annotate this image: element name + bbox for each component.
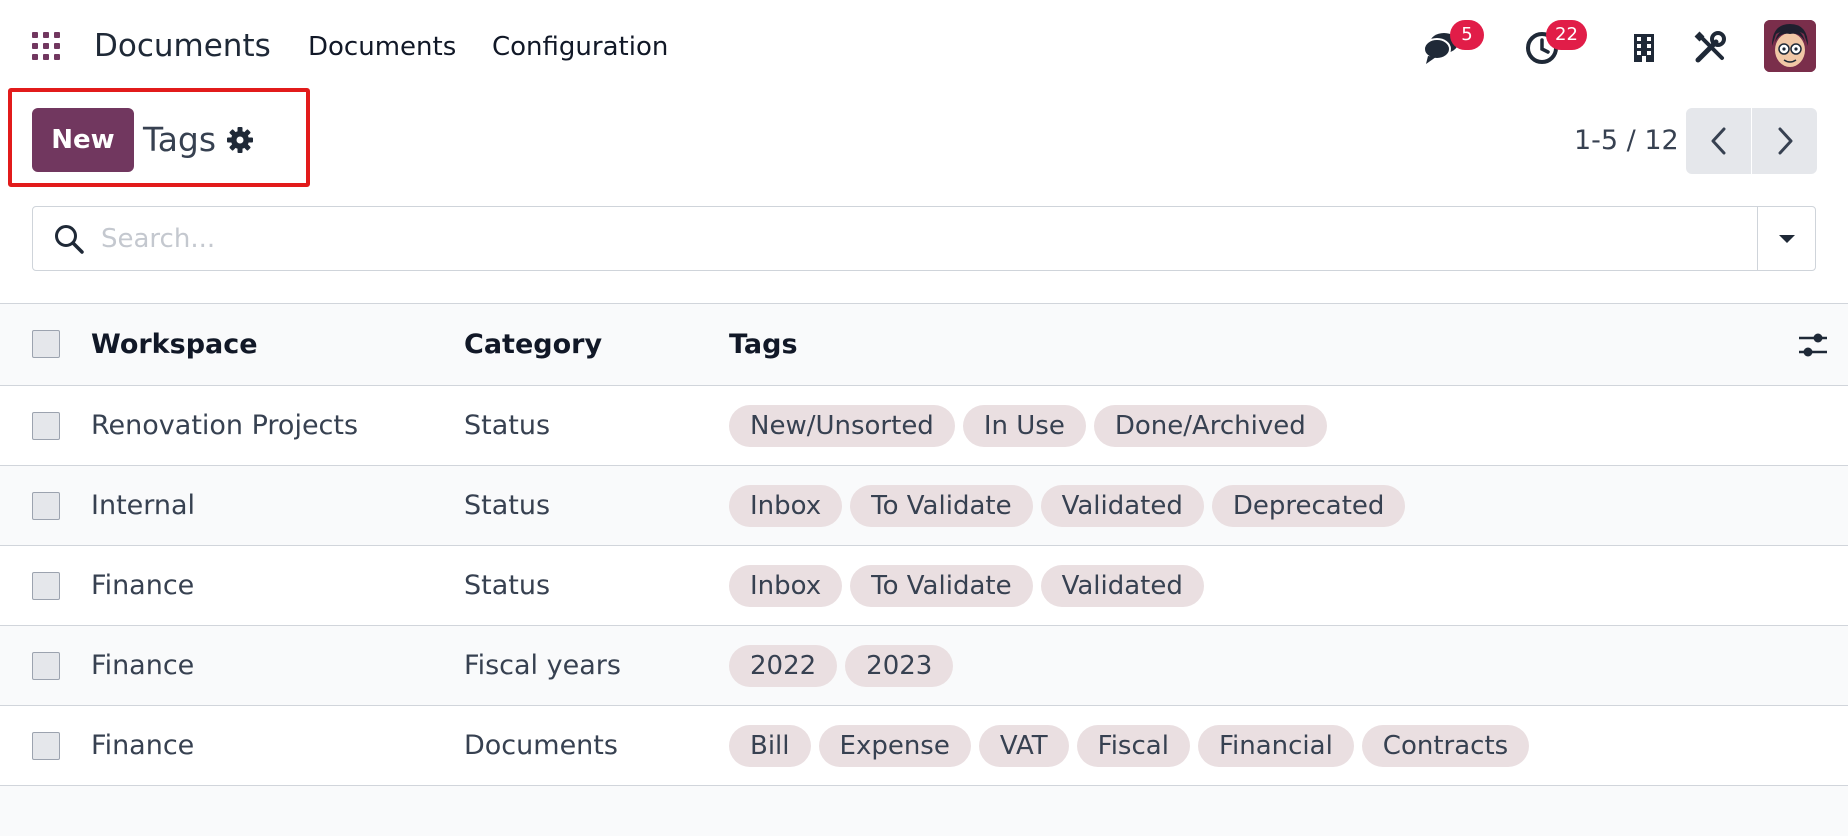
column-header-category[interactable]: Category bbox=[464, 327, 602, 363]
menu-documents[interactable]: Documents bbox=[308, 30, 456, 64]
cell-workspace: Internal bbox=[91, 490, 196, 521]
cell-category: Fiscal years bbox=[464, 650, 621, 681]
app-brand[interactable]: Documents bbox=[94, 26, 271, 66]
cell-category: Status bbox=[464, 570, 551, 601]
highlight-box bbox=[8, 88, 310, 187]
optional-columns-icon[interactable] bbox=[1796, 328, 1830, 362]
tag-pill: Bill bbox=[729, 725, 811, 767]
search-options-toggle[interactable] bbox=[1757, 207, 1815, 270]
table-row[interactable]: Internal Status Inbox To Validate Validated D… bbox=[0, 466, 1848, 546]
cell-tags: Inbox To Validate Validated Deprecated bbox=[729, 485, 1406, 527]
tag-pill: Deprecated bbox=[1211, 485, 1406, 527]
user-avatar[interactable] bbox=[1764, 20, 1816, 72]
caret-down-icon bbox=[1778, 234, 1795, 243]
cell-workspace: Finance bbox=[91, 650, 195, 681]
cell-workspace: Finance bbox=[91, 730, 195, 761]
tag-pill: Inbox bbox=[729, 565, 843, 607]
top-navbar: Documents Documents Configuration 5 22 bbox=[0, 0, 1848, 92]
search-icon bbox=[53, 223, 85, 255]
menu-configuration[interactable]: Configuration bbox=[492, 30, 668, 64]
row-checkbox[interactable] bbox=[32, 732, 60, 760]
chevron-left-icon bbox=[1711, 127, 1725, 155]
pager-previous-button[interactable] bbox=[1686, 108, 1751, 174]
row-checkbox[interactable] bbox=[32, 572, 60, 600]
tag-pill: New/Unsorted bbox=[729, 405, 955, 447]
table-row[interactable]: Finance Documents Bill Expense VAT Fiscal Fina… bbox=[0, 706, 1848, 786]
tag-pill: Financial bbox=[1197, 725, 1354, 767]
tag-pill: To Validate bbox=[850, 565, 1033, 607]
row-checkbox[interactable] bbox=[32, 492, 60, 520]
cell-category: Status bbox=[464, 410, 551, 441]
apps-grid-icon[interactable] bbox=[32, 32, 60, 60]
chevron-right-icon bbox=[1778, 127, 1792, 155]
tag-pill: Validated bbox=[1040, 485, 1204, 527]
cell-category: Documents bbox=[464, 730, 618, 761]
search-input[interactable] bbox=[101, 215, 1741, 263]
table-row[interactable]: Finance Status Inbox To Validate Validated bbox=[0, 546, 1848, 626]
table-row[interactable]: Finance Fiscal years 2022 2023 bbox=[0, 626, 1848, 706]
tag-pill: Expense bbox=[818, 725, 971, 767]
tag-pill: Done/Archived bbox=[1093, 405, 1327, 447]
pager-next-button[interactable] bbox=[1752, 108, 1817, 174]
tag-pill: Fiscal bbox=[1076, 725, 1190, 767]
pager-value[interactable]: 1-5 / 12 bbox=[1574, 124, 1679, 158]
activities-badge: 22 bbox=[1546, 20, 1587, 50]
tag-pill: Contracts bbox=[1361, 725, 1530, 767]
cell-tags: Bill Expense VAT Fiscal Financial Contracts bbox=[729, 725, 1530, 767]
cell-workspace: Finance bbox=[91, 570, 195, 601]
messages-badge: 5 bbox=[1450, 20, 1484, 50]
row-checkbox[interactable] bbox=[32, 412, 60, 440]
tag-pill: Inbox bbox=[729, 485, 843, 527]
tag-pill: 2022 bbox=[729, 645, 838, 687]
building-icon[interactable] bbox=[1624, 28, 1664, 68]
tag-pill: In Use bbox=[962, 405, 1086, 447]
cell-category: Status bbox=[464, 490, 551, 521]
search-bar bbox=[32, 206, 1816, 271]
tag-pill: To Validate bbox=[850, 485, 1033, 527]
tag-pill: Validated bbox=[1040, 565, 1204, 607]
select-all-checkbox[interactable] bbox=[32, 330, 60, 358]
tags-list: Workspace Category Tags Renovation Proje… bbox=[0, 304, 1848, 786]
cell-tags: 2022 2023 bbox=[729, 645, 954, 687]
cell-workspace: Renovation Projects bbox=[91, 410, 359, 441]
tag-pill: 2023 bbox=[845, 645, 954, 687]
cell-tags: New/Unsorted In Use Done/Archived bbox=[729, 405, 1327, 447]
column-header-workspace[interactable]: Workspace bbox=[91, 327, 258, 363]
tools-icon[interactable] bbox=[1690, 28, 1730, 68]
table-row[interactable]: Renovation Projects Status New/Unsorted In … bbox=[0, 386, 1848, 466]
row-checkbox[interactable] bbox=[32, 652, 60, 680]
cell-tags: Inbox To Validate Validated bbox=[729, 565, 1204, 607]
tag-pill: VAT bbox=[978, 725, 1069, 767]
table-header: Workspace Category Tags bbox=[0, 304, 1848, 386]
column-header-tags[interactable]: Tags bbox=[729, 327, 798, 363]
